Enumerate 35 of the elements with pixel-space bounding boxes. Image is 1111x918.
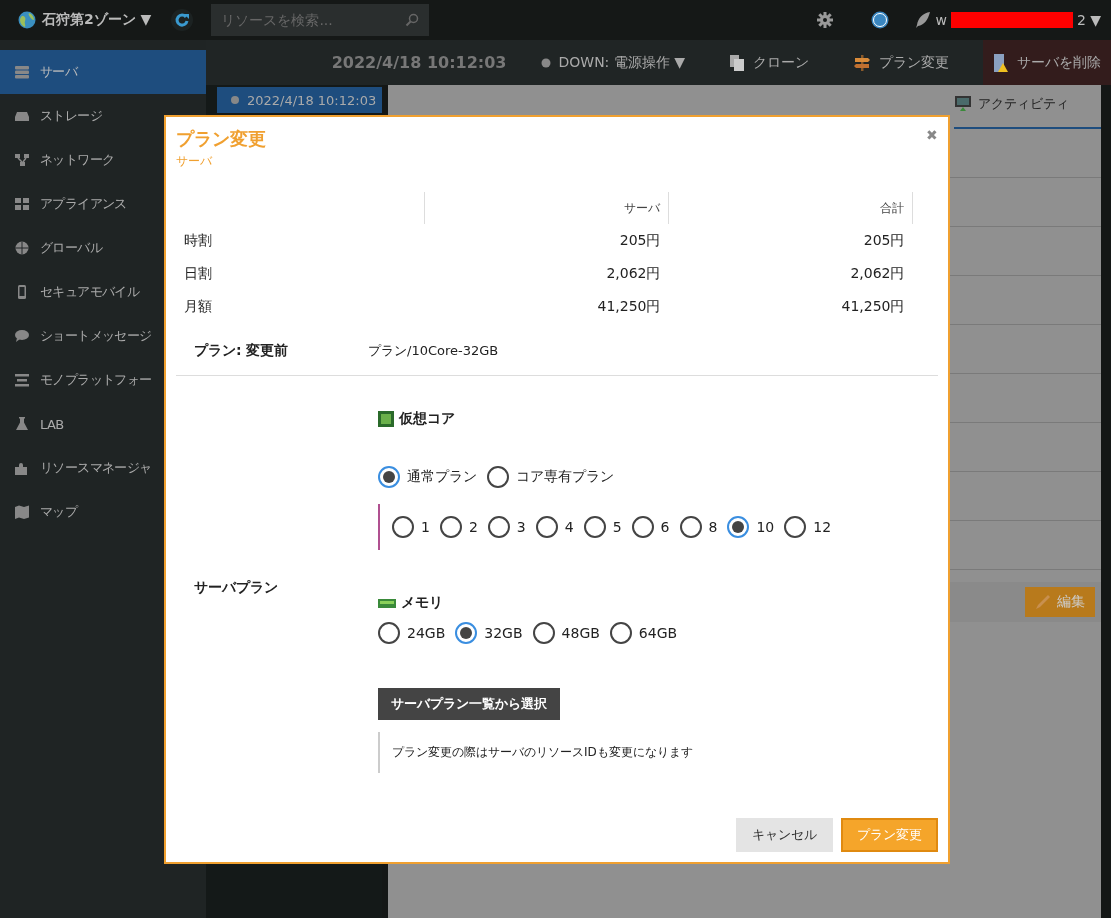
current-plan-value: プラン/10Core-32GB: [368, 342, 499, 360]
note-text: プラン変更の際はサーバのリソースIDも変更になります: [378, 732, 832, 773]
radio-label: 10: [756, 519, 775, 535]
radio-label: 12: [813, 519, 832, 535]
radio-label: 64GB: [638, 625, 678, 641]
table-cell: 205円: [863, 231, 905, 248]
radio-label: 3: [516, 519, 526, 535]
table-cell: 205円: [619, 231, 661, 248]
radio-label: 5: [612, 519, 622, 535]
radio-label: 2: [468, 519, 478, 535]
column-header: 合計: [880, 200, 904, 215]
radio-label: 6: [660, 519, 670, 535]
radio-label: 32GB: [484, 625, 523, 641]
dialog-title: プラン変更: [176, 127, 266, 151]
radio-label: 8: [708, 519, 718, 535]
radio-label: 48GB: [561, 625, 600, 641]
column-header: サーバ: [624, 200, 660, 215]
radio-label: 通常プラン: [407, 468, 477, 486]
current-plan-label: プラン: 変更前: [194, 342, 290, 360]
dialog-subtitle: サーバ: [176, 153, 213, 170]
section-title: メモリ: [401, 594, 443, 612]
table-cell: 日割: [184, 264, 212, 281]
timestamp: 2022/4/18 10:12:03: [331, 53, 507, 72]
radio-label: 24GB: [407, 625, 446, 641]
table-cell: 2,062円: [606, 264, 661, 281]
server-plan-label: サーバプラン: [194, 579, 278, 597]
table-cell: 41,250円: [841, 297, 905, 314]
table-cell: 2,062円: [850, 264, 905, 281]
radio-label: 1: [421, 519, 430, 535]
table-cell: 月額: [184, 297, 212, 314]
table-cell: 時割: [184, 231, 212, 248]
radio-label: コア専有プラン: [516, 468, 614, 486]
table-cell: 41,250円: [597, 297, 661, 314]
section-title: 仮想コア: [399, 410, 455, 428]
radio-label: 4: [564, 519, 574, 535]
